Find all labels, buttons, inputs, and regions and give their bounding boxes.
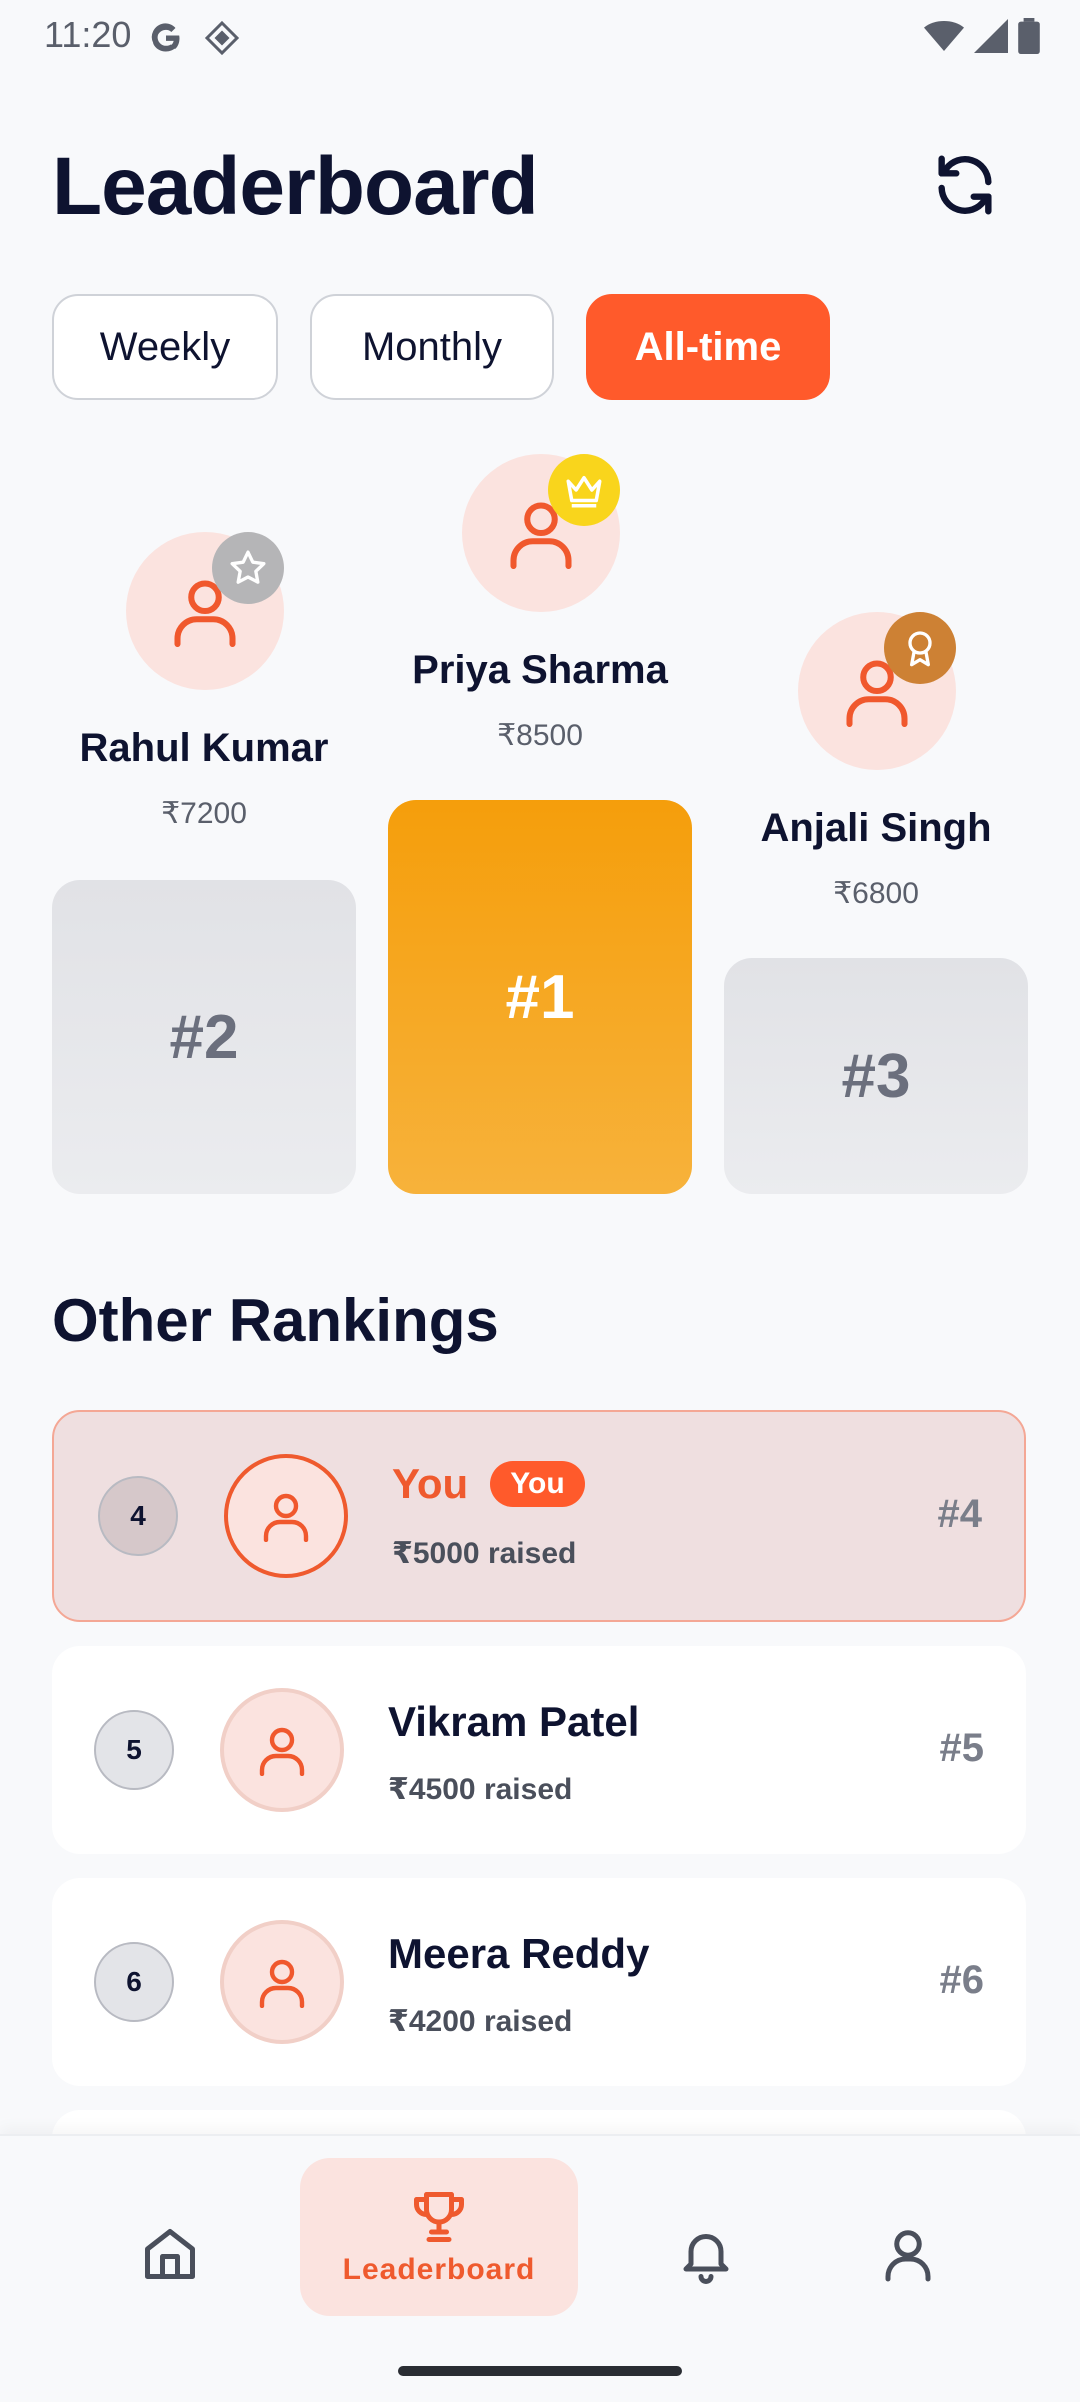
nav-leaderboard[interactable]: Leaderboard xyxy=(300,2158,578,2316)
ranking-row-meera[interactable]: 6 Meera Reddy ₹4200 raised #6 xyxy=(52,1878,1026,2086)
podium-third-block: #3 xyxy=(724,958,1028,1194)
row-name: You xyxy=(392,1460,469,1507)
row-amount: ₹4500 raised xyxy=(388,1773,573,1806)
refresh-icon xyxy=(938,155,992,215)
refresh-button[interactable] xyxy=(930,150,1000,220)
crown-badge xyxy=(548,454,620,526)
row-avatar xyxy=(224,1454,348,1578)
status-time: 11:20 xyxy=(44,14,132,55)
profile-icon xyxy=(885,2230,931,2282)
podium-first-amount: ₹8500 xyxy=(497,719,583,752)
row-amount: ₹5000 raised xyxy=(392,1537,577,1570)
row-name: Meera Reddy xyxy=(388,1930,650,1977)
nav-home[interactable] xyxy=(120,2184,220,2324)
podium-second-name: Rahul Kumar xyxy=(79,726,329,770)
app-icon xyxy=(204,20,240,61)
you-badge: You xyxy=(490,1461,585,1507)
page-title: Leaderboard xyxy=(52,141,539,232)
ranking-row-vikram[interactable]: 5 Vikram Patel ₹4500 raised #5 xyxy=(52,1646,1026,1854)
user-icon xyxy=(259,1959,305,2008)
position-circle: 6 xyxy=(94,1942,174,2022)
home-icon xyxy=(145,2229,195,2279)
row-avatar xyxy=(220,1920,344,2044)
filter-weekly[interactable]: Weekly xyxy=(52,294,278,400)
system-icons xyxy=(924,18,1040,59)
wifi-icon xyxy=(924,18,964,59)
podium-third-amount: ₹6800 xyxy=(833,877,919,910)
podium-second-amount: ₹7200 xyxy=(161,797,247,830)
star-icon xyxy=(230,550,266,584)
row-amount: ₹4200 raised xyxy=(388,2005,573,2038)
home-indicator xyxy=(398,2366,682,2376)
medal-badge xyxy=(884,612,956,684)
podium-third-name: Anjali Singh xyxy=(760,806,992,850)
medal-icon xyxy=(908,631,932,667)
row-rank: #5 xyxy=(939,1726,985,1770)
filter-monthly[interactable]: Monthly xyxy=(310,294,554,400)
ranking-row-you[interactable]: 4 You You ₹5000 raised #4 xyxy=(52,1410,1026,1622)
other-rankings-title: Other Rankings xyxy=(52,1287,499,1354)
podium-first-name: Priya Sharma xyxy=(412,648,668,692)
trophy-icon xyxy=(414,2192,464,2242)
star-badge xyxy=(212,532,284,604)
user-icon xyxy=(259,1727,305,1776)
bell-icon xyxy=(683,2234,729,2284)
position-circle: 5 xyxy=(94,1710,174,1790)
podium-first-block: #1 xyxy=(388,800,692,1194)
row-rank: #4 xyxy=(937,1492,983,1536)
nav-leaderboard-label: Leaderboard xyxy=(342,2253,536,2286)
crown-icon xyxy=(566,476,602,508)
bottom-nav: Leaderboard xyxy=(0,2134,1080,2402)
podium-second-block: #2 xyxy=(52,880,356,1194)
position-circle: 4 xyxy=(98,1476,178,1556)
filter-all-time[interactable]: All-time xyxy=(586,294,830,400)
user-icon xyxy=(263,1493,309,1542)
battery-icon xyxy=(1018,18,1040,59)
google-icon xyxy=(148,20,184,61)
row-avatar xyxy=(220,1688,344,1812)
signal-icon xyxy=(974,19,1008,58)
nav-notifications[interactable] xyxy=(656,2184,756,2324)
nav-profile[interactable] xyxy=(858,2184,958,2324)
row-rank: #6 xyxy=(939,1958,985,2002)
row-name: Vikram Patel xyxy=(388,1698,640,1745)
